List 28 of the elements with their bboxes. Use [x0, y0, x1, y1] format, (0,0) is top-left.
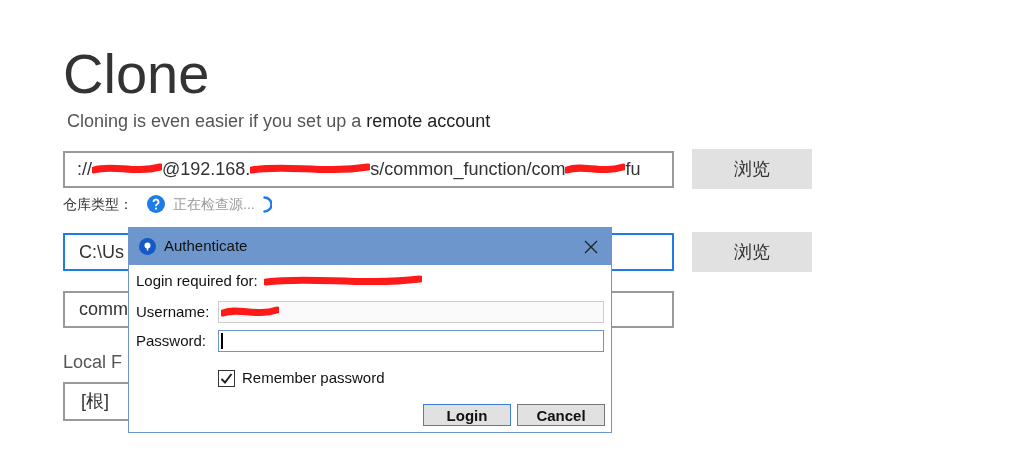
repo-type-label: 仓库类型：	[63, 194, 133, 214]
dialog-title: Authenticate	[164, 236, 248, 257]
redaction-mark	[221, 305, 279, 320]
local-folder-label: Local F	[63, 351, 123, 374]
remember-label: Remember password	[242, 368, 385, 388]
dialog-button[interactable]: Login	[423, 403, 511, 426]
login-required-text: Login required for:	[136, 270, 258, 291]
checking-status: 正在检查源...	[173, 194, 255, 214]
redaction-mark	[92, 162, 162, 176]
dialog-button[interactable]: Cancel	[517, 403, 605, 426]
redaction-mark	[565, 162, 626, 176]
close-icon	[583, 238, 599, 255]
remote-account-link[interactable]: remote account	[366, 108, 491, 135]
password-field[interactable]	[218, 329, 604, 352]
browse-button[interactable]: 浏览	[692, 232, 812, 272]
page-title: Clone	[63, 42, 210, 106]
app-icon	[139, 238, 156, 255]
password-label: Password:	[136, 330, 208, 351]
username-field[interactable]	[218, 301, 604, 324]
check-icon	[220, 371, 233, 385]
subtitle-text: Cloning is even easier if you set up a	[67, 110, 362, 133]
remember-checkbox[interactable]	[218, 369, 235, 387]
browse-button[interactable]: 浏览	[692, 149, 812, 189]
source-url-field[interactable]: :// @192.168. s/common_function/com fu	[63, 150, 674, 188]
username-label: Username:	[136, 302, 211, 322]
help-icon	[147, 195, 165, 213]
spinner-icon	[262, 195, 272, 213]
close-button[interactable]	[583, 238, 599, 255]
